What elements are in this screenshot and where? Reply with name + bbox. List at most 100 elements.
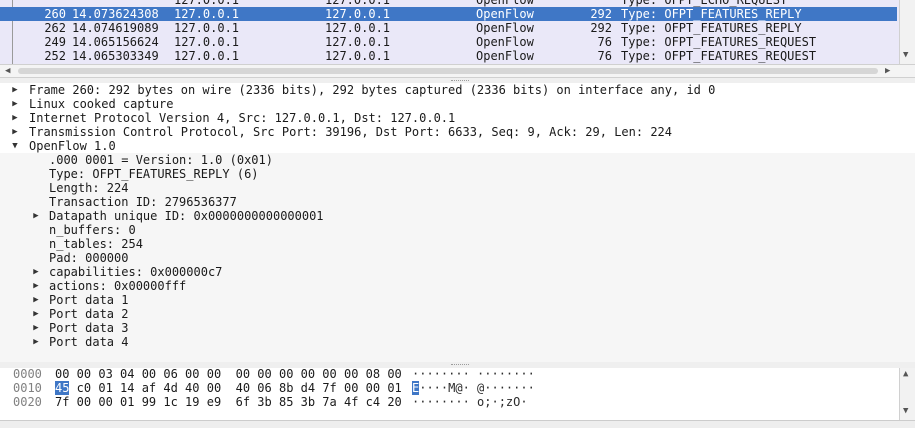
packet-dst-cell: 127.0.0.1 — [325, 7, 391, 21]
hex-after-selection: 7f 00 00 01 99 1c 19 e9 6f 3b 85 3b 7a 4… — [55, 395, 402, 409]
tree-item-label: OpenFlow 1.0 — [29, 139, 116, 153]
scrollbar-thumb[interactable] — [18, 68, 878, 74]
hex-selected-byte: 45 — [55, 381, 70, 395]
packet-row-selected[interactable]: 260 14.073624308 127.0.0.1 127.0.0.1 OpenFlo… — [0, 7, 897, 21]
packet-no-cell: 260 — [44, 7, 66, 21]
bytes-row[interactable]: 0010 45 c0 01 14 af 4d 40 00 40 06 8b d4 … — [0, 381, 897, 395]
bytes-offset: 0010 — [13, 381, 42, 395]
packet-proto-cell: OpenFlow — [476, 7, 534, 21]
triangle-right-icon[interactable]: ▶ — [10, 83, 20, 97]
scroll-up-arrow-icon[interactable]: ▲ — [903, 369, 908, 379]
tree-item-label: .000 0001 = Version: 1.0 (0x01) — [49, 153, 273, 167]
bytes-ascii[interactable]: ········ o;·;zO· — [412, 395, 535, 409]
packet-time-cell: 14.073624308 — [72, 7, 159, 21]
ascii-after-selection: ········ o;·;zO· — [412, 395, 535, 409]
triangle-right-icon[interactable]: ▶ — [31, 321, 41, 335]
scroll-left-arrow-icon[interactable]: ◀ — [5, 66, 10, 76]
openflow-subtree-background — [0, 153, 915, 363]
tree-item-label: Pad: 000000 — [49, 251, 129, 265]
packet-proto-cell: OpenFlow — [476, 0, 534, 7]
triangle-right-icon[interactable]: ▶ — [10, 125, 20, 139]
tree-item-label: Datapath unique ID: 0x0000000000000001 — [49, 209, 324, 223]
packet-proto-cell: OpenFlow — [476, 35, 534, 49]
packet-row[interactable]: 249 14.065156624 127.0.0.1 127.0.0.1 OpenFlo… — [0, 35, 897, 49]
triangle-right-icon[interactable]: ▶ — [10, 111, 20, 125]
packet-src-cell: 127.0.0.1 — [174, 0, 240, 7]
triangle-right-icon[interactable]: ▶ — [31, 293, 41, 307]
tree-item-label: Port data 1 — [49, 293, 129, 307]
packet-src-cell: 127.0.0.1 — [174, 21, 240, 35]
tree-item-label: Linux cooked capture — [29, 97, 174, 111]
tree-item-label: n_buffers: 0 — [49, 223, 136, 237]
tree-item-label: Frame 260: 292 bytes on wire (2336 bits)… — [29, 83, 716, 97]
packet-info-cell: Type: OFPT_FEATURES_REQUEST — [621, 35, 817, 49]
scroll-down-arrow-icon[interactable]: ▼ — [903, 50, 908, 60]
packet-len-cell: 76 — [597, 49, 612, 63]
packet-list[interactable]: 127.0.0.1 127.0.0.1 OpenFlow Type: OFPT_ECH… — [0, 0, 915, 64]
triangle-right-icon[interactable]: ▶ — [31, 209, 41, 223]
packet-proto-cell: OpenFlow — [476, 49, 534, 63]
packet-info-cell: Type: OFPT_FEATURES_REQUEST — [621, 49, 817, 63]
bytes-hex[interactable]: 7f 00 00 01 99 1c 19 e9 6f 3b 85 3b 7a 4… — [55, 395, 402, 409]
tree-item-label: actions: 0x00000fff — [49, 279, 187, 293]
bytes-hex[interactable]: 45 c0 01 14 af 4d 40 00 40 06 8b d4 7f 0… — [55, 381, 402, 395]
packet-time-cell: 14.065156624 — [72, 35, 159, 49]
tree-item-label: Port data 3 — [49, 321, 129, 335]
ascii-after-selection: ····M@· @······· — [419, 381, 535, 395]
packet-dst-cell: 127.0.0.1 — [325, 21, 391, 35]
bytes-offset: 0000 — [13, 368, 42, 381]
packet-len-cell: 292 — [590, 7, 612, 21]
bytes-offset: 0020 — [13, 395, 42, 409]
packet-proto-cell: OpenFlow — [476, 21, 534, 35]
bytes-row[interactable]: 0000 00 00 03 04 00 06 00 00 00 00 00 00 … — [0, 368, 897, 381]
packet-len-cell: 292 — [590, 21, 612, 35]
triangle-right-icon[interactable]: ▶ — [31, 265, 41, 279]
packet-row[interactable]: 262 14.074619089 127.0.0.1 127.0.0.1 OpenFlo… — [0, 21, 897, 35]
packet-dst-cell: 127.0.0.1 — [325, 49, 391, 63]
packet-time-cell: 14.074619089 — [72, 21, 159, 35]
bytes-hex[interactable]: 00 00 03 04 00 06 00 00 00 00 00 00 00 0… — [55, 368, 402, 381]
triangle-right-icon[interactable]: ▶ — [10, 97, 20, 111]
packet-time-cell: 14.065303349 — [72, 49, 159, 63]
tree-item-label: Port data 2 — [49, 307, 129, 321]
triangle-down-icon[interactable]: ▼ — [10, 139, 20, 153]
tree-item-label: Transaction ID: 2796536377 — [49, 195, 237, 209]
tree-item-label: Length: 224 — [49, 181, 129, 195]
triangle-right-icon[interactable]: ▶ — [31, 307, 41, 321]
packet-info-cell: Type: OFPT_FEATURES_REPLY — [621, 21, 802, 35]
packet-bytes-pane[interactable]: 0000 00 00 03 04 00 06 00 00 00 00 00 00 … — [0, 368, 915, 420]
packet-dst-cell: 127.0.0.1 — [325, 35, 391, 49]
tree-item-label: capabilities: 0x000000c7 — [49, 265, 223, 279]
packet-list-vertical-scrollbar[interactable]: ▼ — [899, 0, 915, 64]
packet-no-cell: 249 — [44, 35, 66, 49]
scroll-right-arrow-icon[interactable]: ▶ — [885, 66, 890, 76]
bytes-row[interactable]: 0020 7f 00 00 01 99 1c 19 e9 6f 3b 85 3b … — [0, 395, 897, 409]
scroll-down-arrow-icon[interactable]: ▼ — [903, 406, 908, 416]
triangle-right-icon[interactable]: ▶ — [31, 279, 41, 293]
tree-item-label: Type: OFPT_FEATURES_REPLY (6) — [49, 167, 259, 181]
bytes-vertical-scrollbar[interactable]: ▲ ▼ — [899, 368, 915, 420]
packet-info-cell: Type: OFPT_FEATURES_REPLY — [621, 7, 802, 21]
packet-row[interactable]: 127.0.0.1 127.0.0.1 OpenFlow Type: OFPT_ECH… — [0, 0, 897, 7]
packet-src-cell: 127.0.0.1 — [174, 7, 240, 21]
packet-no-cell: 252 — [44, 49, 66, 63]
bytes-ascii[interactable]: ········ ········ — [412, 368, 535, 381]
packet-src-cell: 127.0.0.1 — [174, 49, 240, 63]
tree-item-label: Internet Protocol Version 4, Src: 127.0.… — [29, 111, 456, 125]
packet-dst-cell: 127.0.0.1 — [325, 0, 391, 7]
hex-after-selection: 00 00 03 04 00 06 00 00 00 00 00 00 00 0… — [55, 368, 402, 381]
tree-item-label: Port data 4 — [49, 335, 129, 349]
ascii-after-selection: ········ ········ — [412, 368, 535, 381]
packet-row[interactable]: 252 14.065303349 127.0.0.1 127.0.0.1 OpenFlo… — [0, 49, 897, 63]
bytes-ascii[interactable]: E····M@· @······· — [412, 381, 535, 395]
packet-details-tree[interactable]: ▶ Frame 260: 292 bytes on wire (2336 bits… — [0, 83, 915, 363]
packet-src-cell: 127.0.0.1 — [174, 35, 240, 49]
triangle-right-icon[interactable]: ▶ — [31, 335, 41, 349]
packet-no-cell: 262 — [44, 21, 66, 35]
hex-after-selection: c0 01 14 af 4d 40 00 40 06 8b d4 7f 00 0… — [69, 381, 402, 395]
packet-list-horizontal-scrollbar[interactable]: ◀ ▶ — [0, 64, 915, 78]
packet-len-cell: 76 — [597, 35, 612, 49]
tree-item-label: n_tables: 254 — [49, 237, 143, 251]
packet-info-cell: Type: OFPT_ECHO_REQUEST — [621, 0, 788, 7]
tree-item-label: Transmission Control Protocol, Src Port:… — [29, 125, 672, 139]
